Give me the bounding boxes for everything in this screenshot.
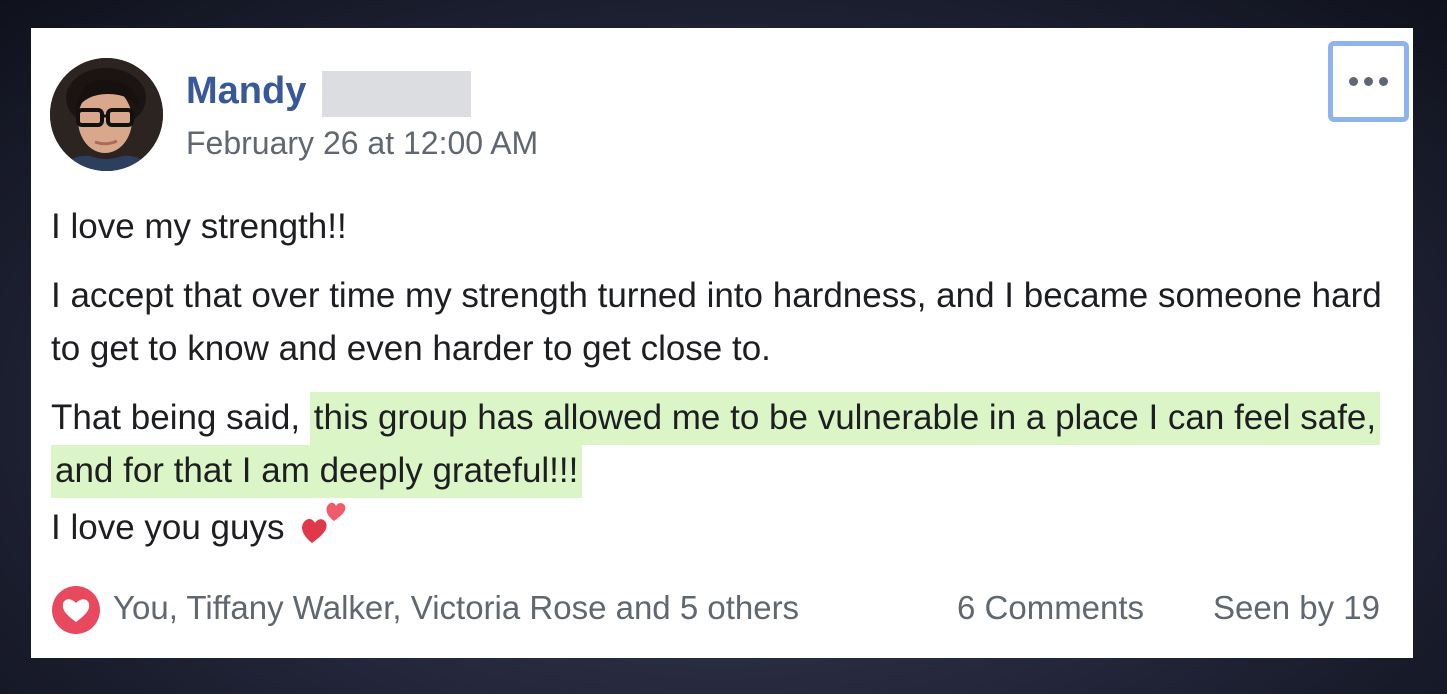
love-reaction-icon[interactable] (51, 585, 101, 635)
more-options-icon (1349, 77, 1388, 86)
post-paragraph: I accept that over time my strength turn… (51, 276, 1382, 368)
post-card: Mandy February 26 at 12:00 AM I love my … (31, 28, 1413, 658)
author-name[interactable]: Mandy (186, 70, 306, 112)
post-body: I love my strength!! I accept that over … (51, 200, 1391, 560)
redacted-surname (322, 71, 471, 117)
more-options-button[interactable] (1328, 41, 1409, 122)
two-hearts-icon (298, 497, 350, 560)
closing-text: I love you guys (51, 508, 285, 547)
post-footer: You, Tiffany Walker, Victoria Rose and 5… (51, 583, 1380, 635)
paragraph-lead-text: That being said, (51, 398, 310, 437)
seen-by-link[interactable]: Seen by 19 (1213, 589, 1380, 627)
post-paragraph: That being said, this group has allowed … (51, 391, 1391, 560)
comments-count-link[interactable]: 6 Comments (957, 589, 1144, 627)
avatar[interactable] (50, 58, 163, 171)
reactions-summary-link[interactable]: You, Tiffany Walker, Victoria Rose and 5… (113, 589, 799, 627)
post-timestamp[interactable]: February 26 at 12:00 AM (186, 125, 538, 161)
post-paragraph: I love my strength!! (51, 207, 347, 246)
